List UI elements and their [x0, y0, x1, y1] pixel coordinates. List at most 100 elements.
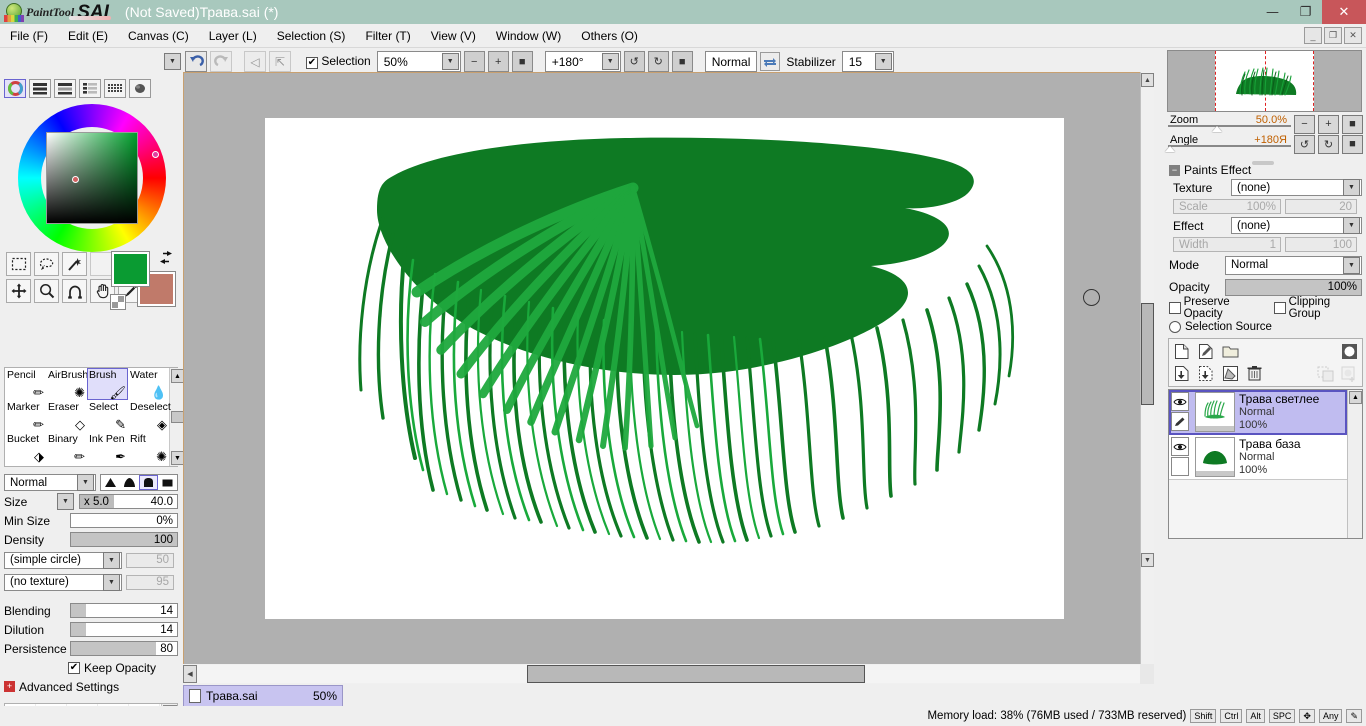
brush-shape-combo[interactable]: (simple circle) ▼ [4, 551, 122, 569]
mdi-close-button[interactable]: ✕ [1344, 27, 1362, 44]
color-wheel-mode-icon[interactable] [4, 79, 26, 98]
zoom-combo[interactable]: 50% ▼ [376, 51, 461, 72]
brush-tool-eraser[interactable]: Eraser ◇ [46, 400, 87, 432]
menu-canvas[interactable]: Canvas (C) [118, 27, 199, 45]
texture-strength-slider[interactable]: 20 [1285, 199, 1357, 214]
layer-row-trava-svetlee[interactable]: Трава светлее Normal 100% [1169, 390, 1347, 435]
flat-tip-icon[interactable] [139, 475, 158, 490]
angle-combo[interactable]: +180° ▼ [544, 51, 621, 72]
texture-scale-slider[interactable]: Scale 100% [1173, 199, 1281, 214]
hsv-slider-mode-icon[interactable] [54, 79, 76, 98]
selection-source-radio-circle[interactable] [1169, 320, 1181, 333]
lasso-select-tool-icon[interactable] [34, 252, 59, 276]
rect-select-tool-icon[interactable] [6, 252, 31, 276]
canvas-paper[interactable] [265, 118, 1064, 619]
clipping-group-checkbox[interactable]: Clipping Group [1274, 296, 1362, 320]
collapse-minus-icon[interactable]: − [1169, 164, 1180, 176]
new-layer-icon[interactable] [1172, 342, 1192, 361]
brush-tool-brush[interactable]: Brush 🖌 [87, 368, 128, 400]
zoom-reset-button[interactable]: ■ [511, 51, 533, 72]
menu-selection[interactable]: Selection (S) [267, 27, 356, 45]
zoom-combo-arrow[interactable]: ▼ [441, 53, 459, 70]
stabilizer-combo[interactable]: 15 ▼ [841, 51, 894, 72]
navigator-preview[interactable] [1167, 50, 1362, 112]
sharp-tip-icon[interactable] [101, 475, 120, 490]
size-slider[interactable]: x 5.0 40.0 [79, 494, 178, 509]
brush-tool-rift[interactable]: Rift ✺ [128, 432, 169, 464]
brush-tool-binary[interactable]: Binary ✏ [46, 432, 87, 464]
close-button[interactable]: ✕ [1322, 0, 1366, 24]
density-slider[interactable]: 100 [70, 532, 178, 547]
flip-horizontal-button[interactable] [760, 52, 781, 71]
clear-layer-icon[interactable] [1220, 364, 1240, 383]
navigator-zoom-in-button[interactable]: + [1318, 114, 1339, 134]
blending-slider[interactable]: 14 [70, 603, 178, 618]
panel-splitter-grip[interactable] [1165, 154, 1360, 165]
toolbar-overflow-arrow[interactable]: ▼ [164, 53, 181, 70]
rotate-ccw-button[interactable]: ↺ [623, 51, 645, 72]
layer-list-scrollbar[interactable]: ▲ [1347, 390, 1362, 538]
navigator-angle-slider[interactable]: Angle +180Я [1165, 134, 1291, 153]
merge-group-icon[interactable] [1196, 364, 1216, 383]
brush-tool-deselect[interactable]: Deselect ◈ [128, 400, 171, 432]
menu-others[interactable]: Others (O) [571, 27, 648, 45]
color-grid-mode-icon[interactable] [104, 79, 126, 98]
cancel-selection-button[interactable]: ◁ [244, 51, 266, 72]
menu-layer[interactable]: Layer (L) [199, 27, 267, 45]
angle-combo-arrow[interactable]: ▼ [601, 53, 619, 70]
brush-shape-strength-slider[interactable]: 50 [126, 552, 174, 568]
saturation-value-box[interactable] [46, 132, 138, 224]
clipping-group-box[interactable] [1274, 301, 1286, 314]
swap-colors-icon[interactable] [158, 250, 174, 269]
brush-tool-select[interactable]: Select ✎ [87, 400, 128, 432]
layer-visibility-icon[interactable] [1171, 437, 1189, 456]
canvas-hscroll-thumb[interactable] [527, 665, 865, 683]
brush-texture-combo[interactable]: (no texture) ▼ [4, 573, 122, 591]
mdi-minimize-button[interactable]: _ [1304, 27, 1322, 44]
menu-filter[interactable]: Filter (T) [355, 27, 420, 45]
keep-opacity-box[interactable]: ✔ [67, 661, 80, 674]
color-wheel-panel[interactable] [0, 100, 182, 252]
layer-mode-arrow[interactable]: ▼ [1343, 256, 1360, 274]
rotate-cw-button[interactable]: ↻ [647, 51, 669, 72]
layer-active-pen-icon[interactable] [1171, 412, 1189, 431]
stabilizer-combo-arrow[interactable]: ▼ [874, 53, 892, 70]
merge-down-icon[interactable] [1172, 364, 1192, 383]
zoom-out-button[interactable]: − [463, 51, 485, 72]
new-linework-layer-icon[interactable] [1196, 342, 1216, 361]
add-mask-icon[interactable] [1339, 364, 1359, 383]
layer-visibility-icon[interactable] [1171, 392, 1189, 411]
menu-view[interactable]: View (V) [421, 27, 486, 45]
delete-layer-icon[interactable] [1244, 364, 1264, 383]
brush-tool-bucket[interactable]: Bucket ⬗ [5, 432, 46, 464]
effect-width-slider[interactable]: Width 1 [1173, 237, 1281, 252]
navigator-zoom-reset-button[interactable]: ■ [1342, 114, 1363, 134]
menu-file[interactable]: File (F) [0, 27, 58, 45]
foreground-color-swatch[interactable] [111, 251, 150, 287]
brush-tool-pencil[interactable]: Pencil ✏ [5, 368, 46, 400]
brush-tool-marker[interactable]: Marker ✏ [5, 400, 46, 432]
soft-tip-icon[interactable] [120, 475, 139, 490]
advanced-settings-row[interactable]: + Advanced Settings [0, 677, 182, 696]
layer-row-trava-baza[interactable]: Трава база Normal 100% [1169, 435, 1347, 480]
layer-opacity-slider[interactable]: 100% [1225, 278, 1362, 296]
brush-blend-mode-combo[interactable]: Normal ▼ [4, 474, 96, 491]
canvas-viewport[interactable] [183, 72, 1154, 684]
rgb-slider-mode-icon[interactable] [29, 79, 51, 98]
layer-mode-combo[interactable]: Normal ▼ [1225, 255, 1362, 275]
canvas-vscroll-thumb[interactable] [1141, 303, 1154, 405]
minimize-button[interactable]: — [1256, 0, 1289, 24]
zoom-tool-icon[interactable] [34, 279, 59, 303]
square-tip-icon[interactable] [158, 475, 177, 490]
keep-opacity-checkbox[interactable]: ✔ Keep Opacity [67, 661, 156, 675]
selection-source-radio[interactable]: Selection Source [1169, 320, 1272, 333]
view-mode-field[interactable]: Normal [704, 51, 758, 72]
mdi-restore-button[interactable]: ❐ [1324, 27, 1342, 44]
paints-effect-combo[interactable]: (none) ▼ [1231, 217, 1362, 234]
paints-texture-combo[interactable]: (none) ▼ [1231, 179, 1362, 196]
brush-tool-airbrush[interactable]: AirBrush ✺ [46, 368, 88, 400]
menu-edit[interactable]: Edit (E) [58, 27, 118, 45]
navigator-rotate-cw-button[interactable]: ↻ [1318, 134, 1339, 154]
layer-list[interactable]: Трава светлее Normal 100% Трава база Nor… [1168, 389, 1363, 539]
redo-button[interactable] [210, 51, 232, 72]
